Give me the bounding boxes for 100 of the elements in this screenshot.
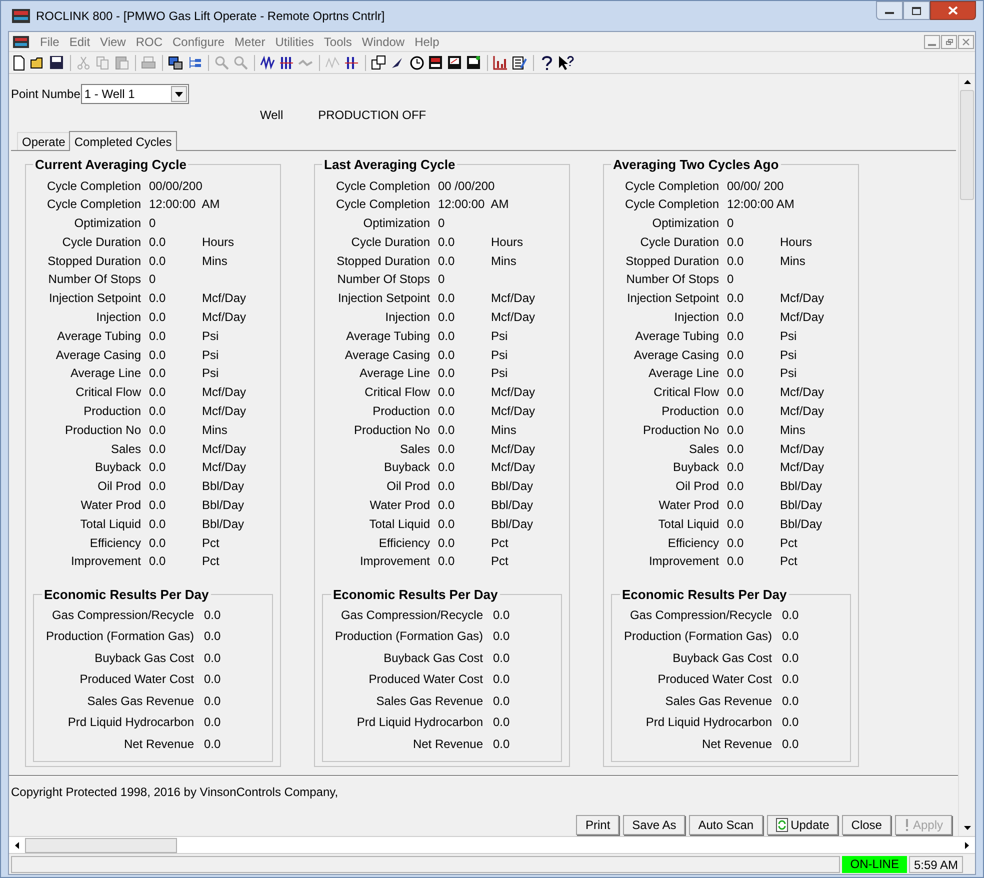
field-value: 12:00:00 AM xyxy=(438,196,509,214)
field-label: Cycle Completion xyxy=(46,196,141,214)
connect-icon[interactable] xyxy=(168,54,184,70)
status-panel-icon[interactable] xyxy=(466,54,482,70)
action-button[interactable]: Update xyxy=(766,815,838,835)
menu-item[interactable]: ROC xyxy=(130,32,168,50)
field-label: Produced Water Cost xyxy=(656,671,772,688)
field-value: 0 xyxy=(438,215,445,232)
action-button[interactable]: Auto Scan xyxy=(689,815,763,835)
menu-item[interactable]: Tools xyxy=(318,32,357,50)
point-number-dropdown[interactable]: 1 - Well 1 xyxy=(81,84,190,104)
field-label: Water Prod xyxy=(658,497,719,514)
maximize-button[interactable] xyxy=(903,1,930,20)
panel-icon[interactable] xyxy=(428,54,444,70)
horizontal-scrollbar[interactable] xyxy=(9,836,975,853)
menu-item[interactable]: Meter xyxy=(230,32,270,50)
field-label: Number Of Stops xyxy=(336,271,430,288)
unit-label: Mins xyxy=(491,422,518,439)
menu-item[interactable]: Window xyxy=(356,32,410,50)
refresh-icon xyxy=(776,818,788,832)
unit-label: Pct xyxy=(491,534,510,552)
save-icon[interactable] xyxy=(49,54,65,70)
close-button[interactable] xyxy=(930,1,976,20)
field-label: Cycle Completion xyxy=(334,196,430,214)
unit-label: Mcf/Day xyxy=(491,403,536,420)
field-value: 0 xyxy=(438,271,445,288)
help-icon[interactable] xyxy=(539,54,555,70)
field-value: 0.0 xyxy=(149,553,167,570)
tab[interactable]: Operate xyxy=(17,132,70,150)
menu-item[interactable]: Help xyxy=(410,32,444,50)
field-label: Production No xyxy=(642,422,719,439)
menu-item[interactable]: File xyxy=(35,32,64,50)
mdi-close-button[interactable] xyxy=(958,34,974,48)
field-value: 0.0 xyxy=(204,606,222,624)
new-file-icon[interactable] xyxy=(11,54,27,70)
field-value: 0.0 xyxy=(438,309,456,326)
field-value: 0.0 xyxy=(204,671,222,688)
field-label: Buyback xyxy=(672,459,719,476)
field-value: 0.0 xyxy=(438,403,456,420)
report-icon[interactable] xyxy=(512,54,528,70)
field-value: 0 xyxy=(149,215,156,232)
field-value: 0 xyxy=(149,271,156,288)
field-value: 0.0 xyxy=(727,497,745,514)
tab[interactable]: Completed Cycles xyxy=(69,131,177,151)
bar-chart-icon[interactable] xyxy=(493,54,509,70)
field-value: 0.0 xyxy=(149,384,167,402)
signal-bars-icon[interactable] xyxy=(279,54,295,70)
gauge-panel-icon[interactable] xyxy=(447,54,463,70)
action-button[interactable]: Save As xyxy=(623,815,686,835)
action-button[interactable]: Print xyxy=(576,815,620,835)
field-value: 0.0 xyxy=(149,252,167,270)
field-label: Injection xyxy=(673,309,719,326)
unit-label: Psi xyxy=(780,365,798,382)
field-label: Production xyxy=(82,403,141,420)
unit-label: Mcf/Day xyxy=(202,403,248,420)
field-label: Total Liquid xyxy=(368,516,430,533)
field-value: 0.0 xyxy=(782,692,800,710)
transfer-icon[interactable] xyxy=(371,54,387,70)
minimize-button[interactable] xyxy=(876,1,903,20)
context-help-icon[interactable] xyxy=(558,54,574,70)
field-label: Average Line xyxy=(70,365,141,382)
clock-icon[interactable] xyxy=(409,54,425,70)
vertical-scrollbar[interactable] xyxy=(958,74,975,836)
unit-label: Mcf/Day xyxy=(780,290,826,308)
field-label: Sales xyxy=(110,440,141,458)
tree-icon[interactable] xyxy=(187,54,203,70)
field-value: 00/00/ 200 xyxy=(727,178,784,194)
menu-item[interactable]: Edit xyxy=(64,32,96,50)
field-label: Average Line xyxy=(358,365,430,382)
field-label: Injection Setpoint xyxy=(48,290,141,308)
scroll-thumb[interactable] xyxy=(25,838,177,852)
group-title: Last Averaging Cycle xyxy=(323,156,456,174)
menu-item[interactable]: View xyxy=(95,32,131,50)
field-value: 0.0 xyxy=(727,365,745,382)
menu-item[interactable]: Configure xyxy=(168,32,230,50)
field-value: 0.0 xyxy=(204,692,222,710)
menu-item[interactable]: Utilities xyxy=(270,32,319,50)
scroll-thumb[interactable] xyxy=(960,90,974,200)
field-label: Efficiency xyxy=(378,534,430,552)
field-value: 0.0 xyxy=(149,440,167,458)
field-value: 0 xyxy=(727,271,734,288)
maximize-icon xyxy=(912,6,921,14)
field-value: 0.0 xyxy=(149,516,167,533)
well-label: Well xyxy=(260,107,284,124)
unit-label: Mcf/Day xyxy=(491,459,536,476)
unit-label: Psi xyxy=(202,365,220,382)
field-value: 0.0 xyxy=(493,714,511,732)
field-label: Water Prod xyxy=(80,497,141,514)
field-label: Sales Gas Revenue xyxy=(86,692,194,710)
unit-label: Bbl/Day xyxy=(491,478,534,496)
mdi-minimize-button[interactable] xyxy=(924,34,940,48)
unit-label: Psi xyxy=(780,328,798,345)
waveform-icon[interactable] xyxy=(260,54,276,70)
field-label: Production No xyxy=(64,422,141,439)
field-value: 0.0 xyxy=(493,671,511,688)
bar-signal-icon[interactable] xyxy=(344,54,360,70)
mdi-restore-button[interactable] xyxy=(941,34,957,48)
field-label: Cycle Duration xyxy=(350,234,430,251)
field-value: 0.0 xyxy=(204,628,222,646)
action-button[interactable]: Close xyxy=(842,815,891,835)
